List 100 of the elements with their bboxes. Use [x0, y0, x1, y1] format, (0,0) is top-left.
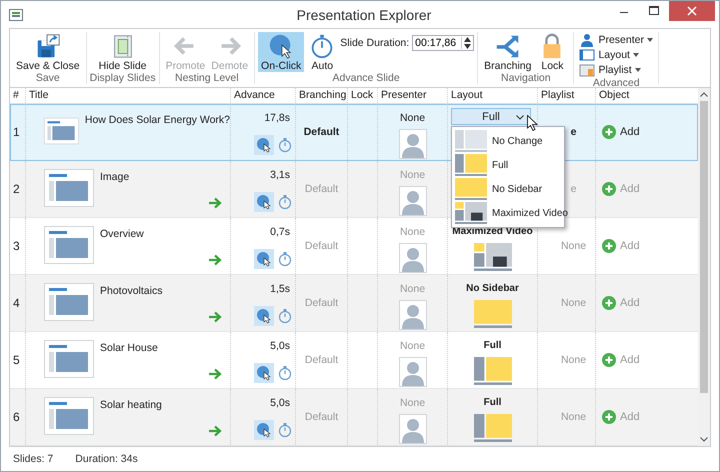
timer-button[interactable]: Auto — [304, 32, 340, 72]
group-label: Nesting Level — [174, 72, 239, 85]
slide-title: Overview — [100, 228, 144, 240]
add-object-button[interactable]: Add — [602, 125, 640, 139]
column-header[interactable]: Presenter — [377, 88, 447, 103]
on-click-button[interactable]: On-Click — [258, 32, 304, 72]
slide-row[interactable]: 4 Photovoltaics 1,5s Default None No Sidebar None Add — [10, 275, 698, 332]
playlist-value: None — [560, 240, 586, 252]
column-header[interactable]: Layout — [447, 88, 537, 103]
on-click-icon[interactable] — [254, 420, 274, 440]
layout-value: Full — [484, 397, 502, 408]
column-header[interactable]: Playlist — [537, 88, 595, 103]
plus-circle-icon — [602, 182, 616, 196]
no-sidebar-layout-icon — [455, 178, 487, 200]
avatar-silhouette-icon — [398, 243, 426, 273]
group-label: Advance Slide — [332, 72, 400, 85]
on-click-icon[interactable] — [254, 249, 274, 269]
column-header[interactable]: Branching — [295, 88, 347, 103]
spin-down-icon[interactable] — [464, 44, 472, 49]
row-number: 3 — [13, 239, 20, 253]
playlist-value: None — [560, 411, 586, 423]
column-header[interactable]: Advance — [230, 88, 295, 103]
on-click-icon[interactable] — [254, 135, 274, 155]
row-number: 1 — [13, 125, 20, 139]
slide-duration-label: Slide Duration: — [340, 37, 410, 49]
column-header[interactable]: Title — [25, 88, 230, 103]
advance-time: 3,1s — [270, 169, 290, 181]
column-header[interactable]: Lock — [347, 88, 377, 103]
chevron-down-icon — [516, 115, 524, 120]
slide-row[interactable]: 5 Solar House 5,0s Default None Full None Add — [10, 332, 698, 389]
slide-title: Image — [100, 171, 130, 183]
app-icon — [9, 8, 23, 20]
layout-option[interactable]: No Change — [452, 129, 564, 153]
slide-title: Solar heating — [100, 399, 162, 411]
slide-thumbnail — [44, 397, 94, 435]
presenter-value: None — [400, 283, 426, 295]
playlist-icon — [579, 62, 596, 76]
column-header[interactable]: # — [10, 88, 25, 103]
presenter-value: None — [400, 112, 426, 124]
full-layout-icon — [455, 154, 487, 176]
branching-value: Default — [304, 126, 340, 138]
slide-title: Photovoltaics — [100, 285, 162, 297]
row-number: 5 — [13, 353, 20, 367]
group-label: Advanced — [592, 77, 640, 90]
layout-menu-button[interactable]: Layout — [577, 47, 655, 62]
slide-duration-field[interactable]: 00:17,86 — [412, 35, 474, 51]
caret-icon — [634, 68, 641, 72]
slide-thumbnail — [44, 340, 94, 378]
branch-button[interactable]: Branching — [481, 32, 534, 72]
advance-time: 1,5s — [270, 283, 290, 295]
layout-value: No Sidebar — [466, 283, 519, 294]
plus-circle-icon — [602, 239, 616, 253]
playlist-value: e — [570, 126, 576, 138]
layout-dropdown[interactable]: Full — [451, 108, 531, 125]
on-click-icon[interactable] — [254, 363, 274, 383]
layout-icon — [579, 48, 596, 62]
playlist-value: None — [560, 297, 586, 309]
spin-up-icon[interactable] — [464, 37, 472, 42]
slide-count: Slides: 7 — [13, 453, 54, 465]
playlist-menu-button[interactable]: Playlist — [577, 62, 655, 77]
advance-time: 5,0s — [270, 397, 290, 409]
presenter-value: None — [400, 397, 426, 409]
timer-icon[interactable] — [278, 365, 292, 381]
group-label: Save — [36, 72, 60, 85]
close-icon — [687, 6, 697, 16]
total-duration: Duration: 34s — [75, 453, 138, 465]
person-menu-button[interactable]: Presenter — [577, 32, 655, 47]
playlist-value: None — [560, 354, 586, 366]
avatar-silhouette-icon — [398, 186, 426, 216]
caret-icon — [646, 38, 653, 42]
branching-value: Default — [304, 354, 338, 366]
slide-row[interactable]: 6 Solar heating 5,0s Default None Full None Add — [10, 389, 698, 446]
advance-time: 17,8s — [264, 112, 290, 124]
branching-value: Default — [304, 240, 338, 252]
slide-title: How Does Solar Energy Work? — [84, 114, 230, 126]
on-click-icon[interactable] — [254, 306, 274, 326]
on-click-icon[interactable] — [254, 192, 274, 212]
row-number: 4 — [13, 296, 20, 310]
save-button[interactable]: Save & Close — [13, 32, 83, 72]
slide-thumbnail — [44, 169, 94, 207]
scroll-up-icon[interactable] — [700, 92, 708, 97]
advance-time: 0,7s — [270, 226, 290, 238]
close-button[interactable] — [669, 1, 715, 21]
vertical-scrollbar[interactable] — [698, 88, 710, 446]
plus-circle-icon — [602, 125, 616, 139]
playlist-value: e — [570, 183, 576, 195]
hide-button[interactable]: Hide Slide — [96, 32, 150, 72]
layout-value: Full — [484, 340, 502, 351]
person-icon — [579, 32, 596, 46]
avatar-silhouette-icon — [398, 300, 426, 330]
presenter-value: None — [400, 226, 426, 238]
lock-button[interactable]: Lock — [534, 32, 570, 72]
slide-thumbnail — [44, 283, 94, 321]
timer-icon[interactable] — [278, 251, 292, 267]
advance-time: 5,0s — [270, 340, 290, 352]
scroll-down-icon[interactable] — [700, 437, 708, 442]
presenter-value: None — [400, 340, 426, 352]
avatar-silhouette-icon — [398, 357, 426, 387]
layout-option[interactable]: No Sidebar — [452, 177, 564, 201]
group-label: Navigation — [501, 72, 551, 85]
